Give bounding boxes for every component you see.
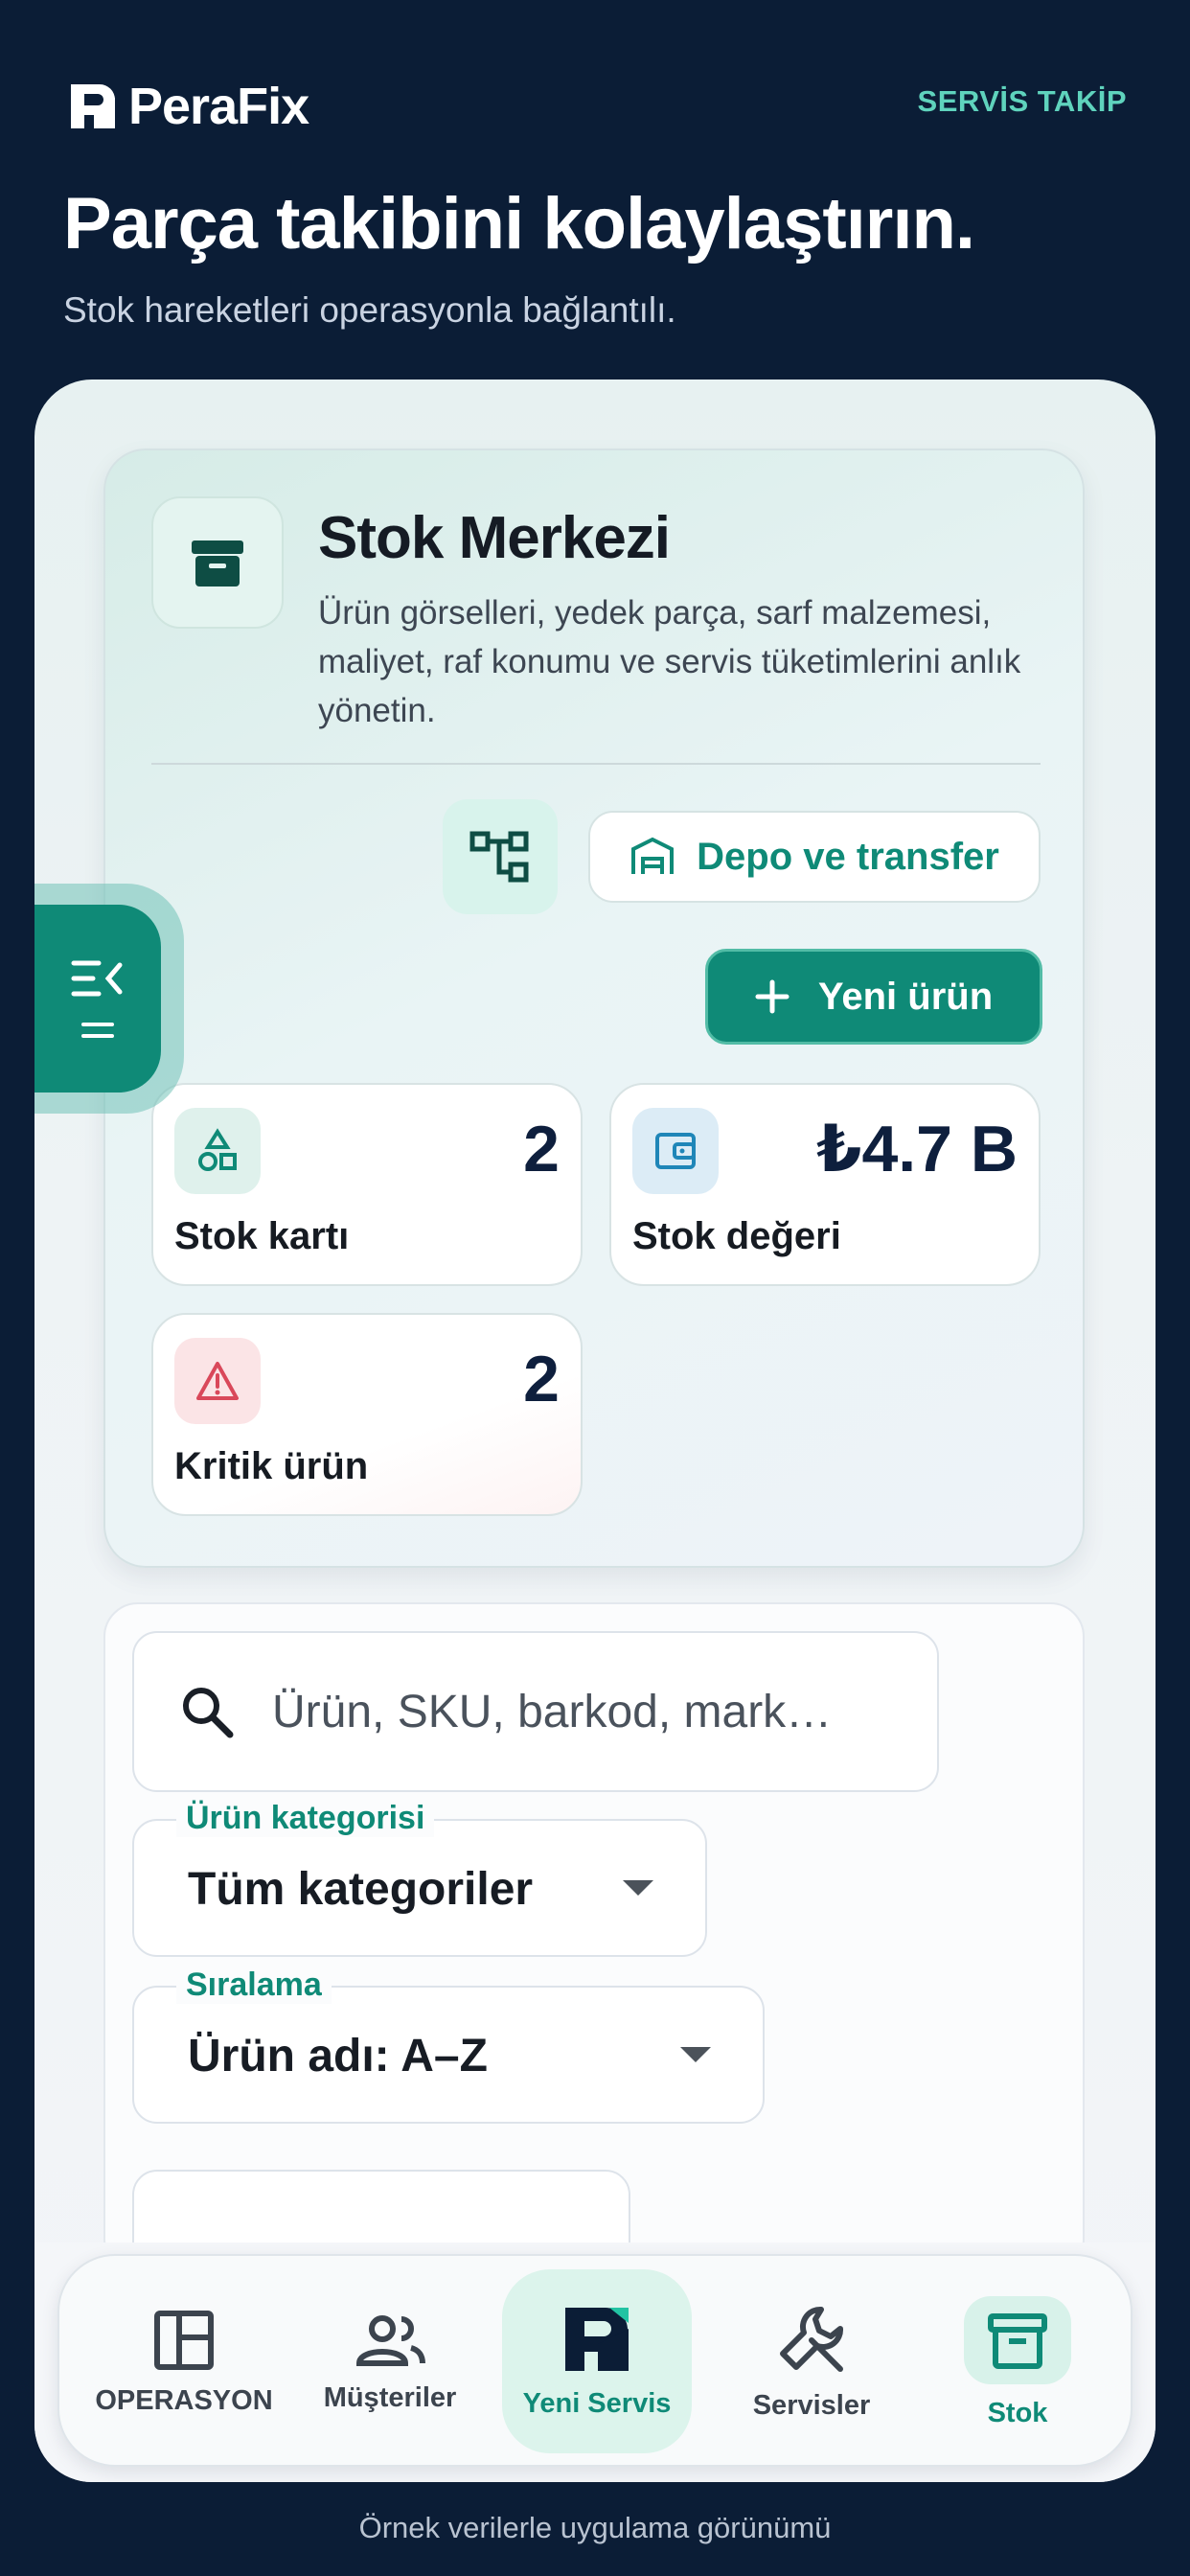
sort-select-value: Ürün adı: A–Z <box>188 2031 488 2082</box>
stat-value: 2 <box>523 1113 560 1185</box>
stock-center-description: Ürün görselleri, yedek parça, sarf malze… <box>318 594 1021 729</box>
perafix-logo-icon <box>565 2307 629 2371</box>
servis-takip-link[interactable]: SERVİS TAKİP <box>918 84 1127 119</box>
drag-handle-icon <box>81 1023 114 1038</box>
stat-critical-products[interactable]: 2 Kritik ürün <box>151 1313 583 1516</box>
nav-label: Müşteriler <box>323 2381 457 2413</box>
hierarchy-icon <box>469 831 529 883</box>
archive-box-icon <box>964 2295 1071 2384</box>
search-field[interactable] <box>132 1631 939 1792</box>
search-icon <box>183 1688 234 1738</box>
stat-value: 2 <box>523 1343 560 1415</box>
app-logo: PeraFix <box>67 77 309 136</box>
footer-note: Örnek verilerle uygulama görünümü <box>358 2511 832 2544</box>
logo-text: PeraFix <box>128 78 309 135</box>
nav-item-operasyon[interactable]: OPERASYON <box>88 2256 280 2469</box>
perafix-logo-icon <box>71 84 115 128</box>
stock-center-title: Stok Merkezi <box>318 505 671 571</box>
chevron-down-icon <box>680 2047 711 2062</box>
users-icon <box>355 2314 425 2366</box>
wrench-icon <box>780 2306 844 2372</box>
category-select-label: Ürün kategorisi <box>176 1800 435 1837</box>
nav-label: Servisler <box>752 2389 871 2421</box>
nav-label: OPERASYON <box>95 2384 273 2416</box>
search-input[interactable] <box>272 1685 866 1738</box>
archive-box-icon <box>151 496 284 629</box>
nav-item-stok[interactable]: Stok <box>922 2256 1113 2469</box>
stat-value: ₺4.7 B <box>816 1113 1018 1185</box>
warning-icon <box>174 1338 261 1424</box>
new-product-button[interactable]: Yeni ürün <box>705 949 1042 1045</box>
filters-card: Ürün kategorisi Tüm kategoriler Sıralama… <box>103 1602 1085 2273</box>
page-title: Parça takibini kolaylaştırın. <box>63 183 975 264</box>
stat-stock-cards[interactable]: 2 Stok kartı <box>151 1083 583 1286</box>
nav-item-yeni-servis[interactable]: Yeni Servis <box>502 2269 692 2453</box>
stat-label: Kritik ürün <box>174 1445 369 1487</box>
warehouse-transfer-label: Depo ve transfer <box>697 835 999 878</box>
page-subtitle: Stok hareketleri operasyonla bağlantılı. <box>63 290 676 330</box>
stock-center-card: Stok Merkezi Ürün görselleri, yedek parç… <box>103 448 1085 1568</box>
category-select[interactable]: Ürün kategorisi Tüm kategoriler <box>132 1800 707 1957</box>
shapes-icon <box>174 1108 261 1194</box>
chevron-down-icon <box>623 1880 653 1896</box>
sort-select[interactable]: Sıralama Ürün adı: A–Z <box>132 1966 765 2124</box>
nav-label: Yeni Servis <box>522 2387 672 2419</box>
wallet-icon <box>632 1108 719 1194</box>
stat-stock-value[interactable]: ₺4.7 B Stok değeri <box>609 1083 1041 1286</box>
menu-collapse-icon <box>71 960 123 997</box>
nav-item-servisler[interactable]: Servisler <box>721 2256 903 2469</box>
sort-select-label: Sıralama <box>176 1966 332 2004</box>
stat-label: Stok değeri <box>632 1215 841 1257</box>
nav-label: Stok <box>987 2397 1048 2428</box>
plus-icon <box>755 979 790 1014</box>
nav-item-musteriler[interactable]: Müşteriler <box>299 2256 481 2469</box>
side-menu-button[interactable] <box>34 905 161 1092</box>
dashboard-icon <box>154 2310 214 2370</box>
stat-label: Stok kartı <box>174 1215 350 1257</box>
main-panel: Stok Merkezi Ürün görselleri, yedek parç… <box>34 380 1156 2482</box>
divider <box>151 763 1041 765</box>
bottom-nav: OPERASYON Müşteriler Yeni Servis Servisl… <box>57 2254 1133 2467</box>
warehouse-transfer-button[interactable]: Depo ve transfer <box>588 811 1041 903</box>
warehouse-icon <box>631 837 675 874</box>
hierarchy-button[interactable] <box>443 799 558 914</box>
new-product-label: Yeni ürün <box>817 975 994 1018</box>
category-select-value: Tüm kategoriler <box>188 1864 534 1915</box>
